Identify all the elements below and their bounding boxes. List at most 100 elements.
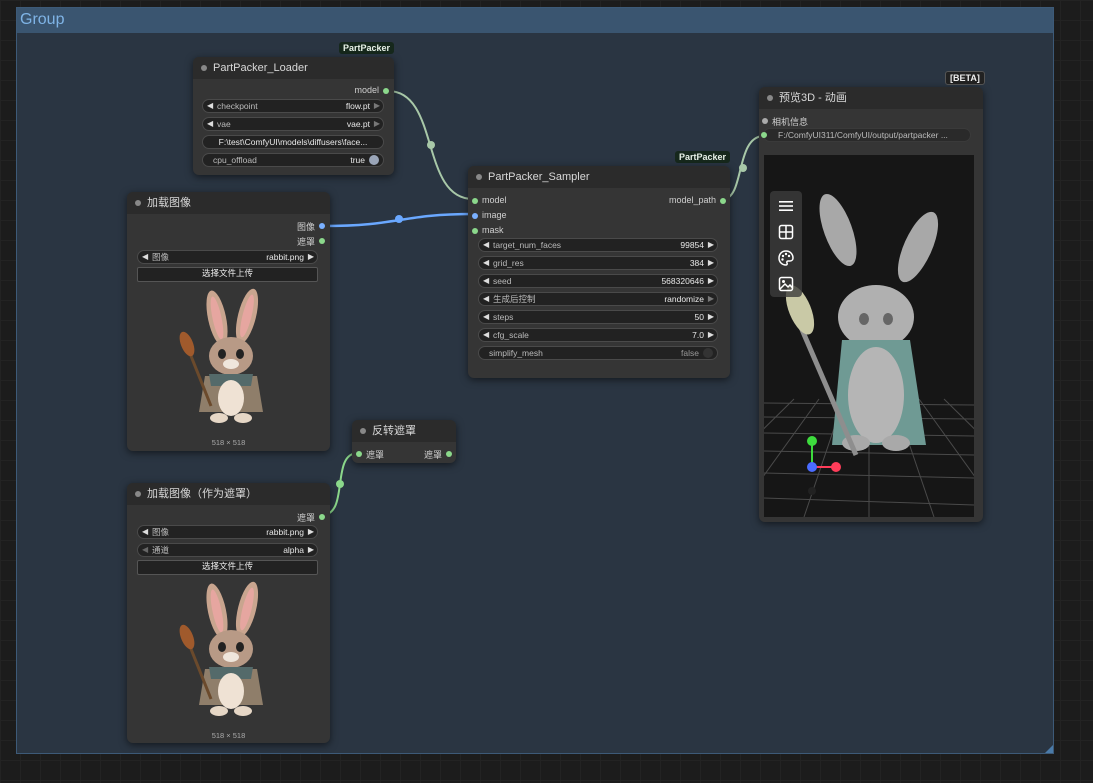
mask-image-combo[interactable]: ◀ 图像 rabbit.png ▶ bbox=[137, 525, 318, 539]
vae-combo[interactable]: ◀ vae vae.pt ▶ bbox=[202, 117, 384, 131]
sampler-input-model[interactable]: model bbox=[472, 195, 507, 205]
input-dot-icon[interactable] bbox=[761, 132, 767, 138]
channel-label: 通道 bbox=[152, 545, 170, 555]
sampler-output-model-path[interactable]: model_path bbox=[668, 195, 726, 205]
arrow-right-icon[interactable]: ▶ bbox=[308, 544, 314, 556]
collapse-dot-icon[interactable] bbox=[135, 200, 141, 206]
preview3d-title[interactable]: 预览3D - 动画 bbox=[759, 87, 983, 109]
model-path-field[interactable]: F:\test\ComfyUI\models\diffusers\face... bbox=[202, 135, 384, 149]
input-dot-icon[interactable] bbox=[762, 118, 768, 124]
collapse-dot-icon[interactable] bbox=[476, 174, 482, 180]
arrow-left-icon[interactable]: ◀ bbox=[142, 251, 148, 263]
input-image-label: image bbox=[482, 210, 507, 220]
loader-title[interactable]: PartPacker_Loader bbox=[193, 57, 394, 79]
image-icon[interactable] bbox=[777, 275, 795, 293]
toggle-knob-icon[interactable] bbox=[369, 155, 379, 165]
load-image-title[interactable]: 加载图像 bbox=[127, 192, 330, 214]
seed-number[interactable]: ◀ seed 568320646 ▶ bbox=[478, 274, 718, 288]
palette-icon[interactable] bbox=[777, 249, 795, 267]
output-dot-icon[interactable] bbox=[319, 238, 325, 244]
output-model-path-label: model_path bbox=[668, 195, 716, 205]
channel-combo[interactable]: ◀ 通道 alpha ▶ bbox=[137, 543, 318, 557]
grid-res-number[interactable]: ◀ grid_res 384 ▶ bbox=[478, 256, 718, 270]
arrow-right-icon[interactable]: ▶ bbox=[708, 329, 714, 341]
sampler-badge: PartPacker bbox=[675, 151, 731, 163]
arrow-right-icon[interactable]: ▶ bbox=[708, 311, 714, 323]
widget-label: 生成后控制 bbox=[493, 294, 536, 304]
arrow-right-icon[interactable]: ▶ bbox=[308, 526, 314, 538]
load-image-mask-title[interactable]: 加载图像（作为遮罩） bbox=[127, 483, 330, 505]
simplify-mesh-toggle[interactable]: simplify_mesh false bbox=[478, 346, 718, 360]
preview3d-node[interactable]: 预览3D - 动画 相机信息 F:/ComfyUI311/ComfyUI/out… bbox=[759, 87, 983, 522]
arrow-right-icon[interactable]: ▶ bbox=[708, 293, 714, 305]
arrow-left-icon[interactable]: ◀ bbox=[483, 257, 489, 269]
sampler-node[interactable]: PartPacker_Sampler model image mask mode… bbox=[468, 166, 730, 378]
image-size-label: 518 × 518 bbox=[211, 438, 246, 447]
cfg-scale-number[interactable]: ◀ cfg_scale 7.0 ▶ bbox=[478, 328, 718, 342]
load-image-mask-output-mask[interactable]: 遮罩 bbox=[297, 511, 325, 524]
arrow-left-icon[interactable]: ◀ bbox=[483, 329, 489, 341]
widget-value: 7.0 bbox=[692, 330, 704, 340]
checkpoint-combo[interactable]: ◀ checkpoint flow.pt ▶ bbox=[202, 99, 384, 113]
output-dot-icon[interactable] bbox=[720, 198, 726, 204]
toggle-knob-icon[interactable] bbox=[703, 348, 713, 358]
upload-button[interactable]: 选择文件上传 bbox=[137, 267, 318, 282]
arrow-left-icon[interactable]: ◀ bbox=[207, 118, 213, 130]
menu-icon[interactable] bbox=[777, 197, 795, 215]
steps-number[interactable]: ◀ steps 50 ▶ bbox=[478, 310, 718, 324]
invert-mask-node[interactable]: 反转遮罩 遮罩 遮罩 bbox=[352, 420, 456, 463]
image-combo[interactable]: ◀ 图像 rabbit.png ▶ bbox=[137, 250, 318, 264]
arrow-right-icon[interactable]: ▶ bbox=[708, 275, 714, 287]
input-dot-icon[interactable] bbox=[472, 198, 478, 204]
collapse-dot-icon[interactable] bbox=[767, 95, 773, 101]
load-image-output-image[interactable]: 图像 bbox=[297, 220, 325, 233]
output-dot-icon[interactable] bbox=[319, 514, 325, 520]
load-image-output-mask[interactable]: 遮罩 bbox=[297, 235, 325, 248]
input-dot-icon[interactable] bbox=[472, 213, 478, 219]
arrow-left-icon[interactable]: ◀ bbox=[483, 311, 489, 323]
arrow-right-icon[interactable]: ▶ bbox=[374, 118, 380, 130]
output-dot-icon[interactable] bbox=[383, 88, 389, 94]
sampler-input-image[interactable]: image bbox=[472, 210, 507, 220]
arrow-right-icon[interactable]: ▶ bbox=[708, 239, 714, 251]
sampler-title[interactable]: PartPacker_Sampler bbox=[468, 166, 730, 188]
invert-mask-title[interactable]: 反转遮罩 bbox=[352, 420, 456, 442]
input-dot-icon[interactable] bbox=[472, 228, 478, 234]
load-image-mask-node[interactable]: 加载图像（作为遮罩） 遮罩 ◀ 图像 rabbit.png ▶ ◀ 通道 alp… bbox=[127, 483, 330, 743]
load-image-title-text: 加载图像 bbox=[147, 197, 191, 209]
collapse-dot-icon[interactable] bbox=[201, 65, 207, 71]
grid-icon[interactable] bbox=[777, 223, 795, 241]
arrow-left-icon[interactable]: ◀ bbox=[483, 239, 489, 251]
arrow-right-icon[interactable]: ▶ bbox=[374, 100, 380, 112]
invert-mask-output-label: 遮罩 bbox=[423, 450, 442, 460]
simplify-mesh-label: simplify_mesh bbox=[489, 348, 543, 358]
arrow-right-icon[interactable]: ▶ bbox=[708, 257, 714, 269]
input-dot-icon[interactable] bbox=[356, 451, 362, 457]
arrow-left-icon[interactable]: ◀ bbox=[207, 100, 213, 112]
arrow-left-icon[interactable]: ◀ bbox=[483, 293, 489, 305]
upload-button[interactable]: 选择文件上传 bbox=[137, 560, 318, 575]
loader-output-model[interactable]: model bbox=[354, 85, 389, 95]
preview-input-camera[interactable]: 相机信息 bbox=[762, 115, 809, 128]
arrow-left-icon[interactable]: ◀ bbox=[142, 526, 148, 538]
3d-viewport[interactable] bbox=[764, 155, 974, 517]
invert-mask-output[interactable]: 遮罩 bbox=[423, 448, 452, 461]
collapse-dot-icon[interactable] bbox=[360, 428, 366, 434]
control-after-generate-combo[interactable]: ◀ 生成后控制 randomize ▶ bbox=[478, 292, 718, 306]
cpu-offload-toggle[interactable]: cpu_offload true bbox=[202, 153, 384, 167]
arrow-left-icon[interactable]: ◀ bbox=[142, 544, 148, 556]
camera-info-label: 相机信息 bbox=[772, 117, 809, 127]
target-num-faces-number[interactable]: ◀ target_num_faces 99854 ▶ bbox=[478, 238, 718, 252]
loader-badge: PartPacker bbox=[339, 42, 395, 54]
loader-node[interactable]: PartPacker_Loader model ◀ checkpoint flo… bbox=[193, 57, 394, 175]
model-file-path-field[interactable]: F:/ComfyUI311/ComfyUI/output/partpacker … bbox=[761, 128, 971, 142]
preview-badge: [BETA] bbox=[945, 71, 985, 85]
load-image-node[interactable]: 加载图像 图像 遮罩 ◀ 图像 rabbit.png ▶ 选择文件上传 518 … bbox=[127, 192, 330, 451]
sampler-input-mask[interactable]: mask bbox=[472, 225, 504, 235]
arrow-right-icon[interactable]: ▶ bbox=[308, 251, 314, 263]
output-dot-icon[interactable] bbox=[319, 223, 325, 229]
arrow-left-icon[interactable]: ◀ bbox=[483, 275, 489, 287]
output-dot-icon[interactable] bbox=[446, 451, 452, 457]
invert-mask-input[interactable]: 遮罩 bbox=[356, 448, 384, 461]
collapse-dot-icon[interactable] bbox=[135, 491, 141, 497]
